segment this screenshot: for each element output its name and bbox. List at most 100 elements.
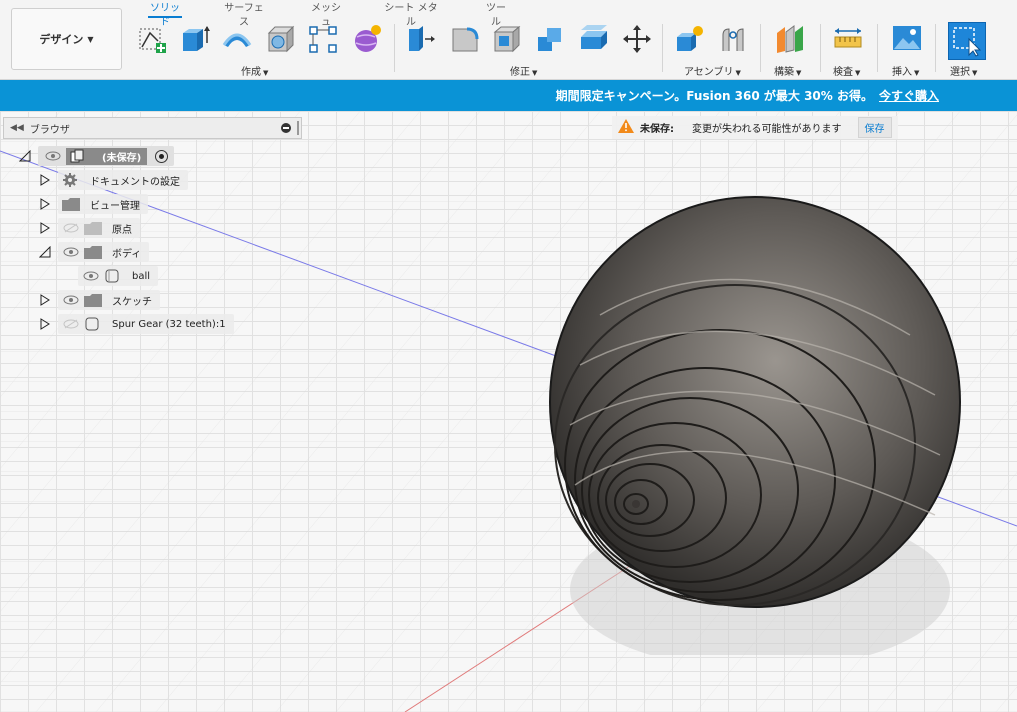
toolbar-divider — [877, 24, 878, 72]
promo-text: 期間限定キャンペーン。Fusion 360 が最大 30% お得。 — [555, 89, 873, 103]
inspect-menu[interactable]: 検査 ▼ — [833, 63, 860, 78]
tab-surface[interactable]: サーフェス — [222, 2, 266, 28]
create-sketch-button[interactable] — [135, 22, 169, 56]
root-label: (未保存) — [102, 152, 142, 164]
shell-button[interactable] — [490, 22, 524, 56]
tree-item-bodies[interactable]: ボディ — [38, 242, 150, 262]
eye-icon[interactable] — [62, 245, 80, 259]
tree-item-spur-gear[interactable]: Spur Gear (32 teeth):1 — [38, 314, 234, 334]
component-icon — [677, 26, 703, 51]
tab-solid[interactable]: ソリッド — [148, 2, 182, 28]
folder-icon — [84, 293, 102, 307]
press-pull-button[interactable] — [404, 22, 438, 56]
pattern-button[interactable] — [306, 22, 340, 56]
assemble-label: アセンブリ — [684, 67, 734, 78]
construct-menu[interactable]: 構築 ▼ — [774, 63, 801, 78]
eye-icon[interactable] — [82, 269, 100, 283]
move-icon — [623, 25, 651, 53]
toolbar-divider — [820, 24, 821, 72]
buy-now-link[interactable]: 今すぐ購入 — [879, 87, 939, 104]
tree-root[interactable]: (未保存) — [18, 146, 175, 166]
extrude-button[interactable] — [178, 22, 212, 56]
pattern-icon — [309, 26, 337, 53]
tree-item-named-views[interactable]: ビュー管理 — [38, 194, 148, 214]
eye-hidden-icon[interactable] — [62, 317, 80, 331]
body-icon — [104, 269, 122, 283]
ball-body-model[interactable] — [540, 195, 980, 655]
expanded-triangle-icon[interactable] — [18, 149, 32, 163]
combine-button[interactable] — [533, 22, 567, 56]
tab-mesh[interactable]: メッシュ — [309, 2, 343, 28]
browser-panel-header[interactable]: ◀◀ ブラウザ — [3, 117, 302, 139]
save-button[interactable]: 保存 — [857, 117, 892, 138]
promo-banner: 期間限定キャンペーン。Fusion 360 が最大 30% お得。 今すぐ購入 — [0, 80, 1017, 111]
unsaved-notice: 未保存: 変更が失われる可能性があります 保存 — [612, 116, 898, 139]
collapsed-triangle-icon[interactable] — [38, 317, 52, 331]
eye-icon[interactable] — [62, 293, 80, 307]
tree-item-sketches[interactable]: スケッチ — [38, 290, 160, 310]
chevron-down-icon: ▼ — [263, 69, 269, 77]
eye-icon[interactable] — [44, 149, 62, 163]
offset-plane-button[interactable] — [772, 22, 806, 56]
tree-item-label: ドキュメントの設定 — [90, 176, 180, 188]
tree-item-label: 原点 — [112, 224, 132, 236]
unsaved-title: 未保存: — [640, 124, 674, 135]
assemble-menu[interactable]: アセンブリ ▼ — [684, 63, 741, 78]
fillet-icon — [452, 27, 479, 52]
extrude-icon — [183, 26, 210, 51]
tree-item-document-settings[interactable]: ドキュメントの設定 — [38, 170, 188, 190]
tree-item-label: ビュー管理 — [90, 200, 140, 212]
collapse-panel-icon[interactable]: ◀◀ — [10, 123, 24, 133]
tab-sheet-metal[interactable]: シート メタル — [383, 2, 439, 28]
hole-button[interactable] — [264, 22, 298, 56]
collapsed-triangle-icon[interactable] — [38, 293, 52, 307]
move-button[interactable] — [620, 22, 654, 56]
modify-label: 修正 — [510, 67, 530, 78]
component-icon — [70, 149, 84, 163]
offset-face-button[interactable] — [577, 22, 611, 56]
folder-icon — [62, 197, 80, 211]
select-menu[interactable]: 選択 ▼ — [950, 63, 977, 78]
chevron-down-icon: ▼ — [735, 69, 741, 77]
measure-icon — [834, 28, 862, 48]
resize-grip-icon[interactable] — [297, 121, 299, 135]
offset-face-icon — [581, 25, 607, 49]
collapsed-triangle-icon[interactable] — [38, 197, 52, 211]
fillet-button[interactable] — [448, 22, 482, 56]
tree-item-label: スケッチ — [112, 296, 152, 308]
select-button[interactable] — [948, 22, 986, 60]
tree-item-ball-body[interactable]: ball — [78, 266, 159, 286]
new-component-button[interactable] — [673, 22, 707, 56]
sketch-icon — [139, 28, 166, 53]
create-label: 作成 — [241, 67, 261, 78]
image-icon — [893, 26, 921, 50]
unsaved-message: 変更が失われる可能性があります — [692, 124, 842, 135]
insert-image-button[interactable] — [890, 22, 924, 56]
tab-tools[interactable]: ツール — [482, 2, 510, 28]
chevron-down-icon: ▼ — [532, 69, 538, 77]
folder-icon — [84, 221, 102, 235]
minimize-icon[interactable] — [281, 123, 291, 133]
activate-radio-icon[interactable] — [155, 149, 169, 163]
expanded-triangle-icon[interactable] — [38, 245, 52, 259]
create-menu[interactable]: 作成 ▼ — [241, 63, 268, 78]
create-form-button[interactable] — [350, 22, 384, 56]
chevron-down-icon: ▼ — [972, 69, 978, 77]
revolve-button[interactable] — [220, 22, 254, 56]
workspace-switcher[interactable]: デザイン ▼ — [11, 8, 122, 70]
eye-hidden-icon[interactable] — [62, 221, 80, 235]
chevron-down-icon: ▼ — [914, 69, 920, 77]
joint-button[interactable] — [716, 22, 750, 56]
modify-menu[interactable]: 修正 ▼ — [510, 63, 537, 78]
chevron-down-icon: ▼ — [796, 69, 802, 77]
toolbar: デザイン ▼ ソリッド サーフェス メッシュ シート メタル ツール 作成 ▼ … — [0, 0, 1017, 80]
collapsed-triangle-icon[interactable] — [38, 173, 52, 187]
toolbar-divider — [394, 24, 395, 72]
root-component[interactable]: (未保存) — [66, 147, 148, 165]
collapsed-triangle-icon[interactable] — [38, 221, 52, 235]
insert-menu[interactable]: 挿入 ▼ — [892, 63, 919, 78]
toolbar-divider — [935, 24, 936, 72]
tree-item-origin[interactable]: 原点 — [38, 218, 140, 238]
measure-button[interactable] — [831, 22, 865, 56]
fusion360-window: デザイン ▼ ソリッド サーフェス メッシュ シート メタル ツール 作成 ▼ … — [0, 0, 1017, 712]
